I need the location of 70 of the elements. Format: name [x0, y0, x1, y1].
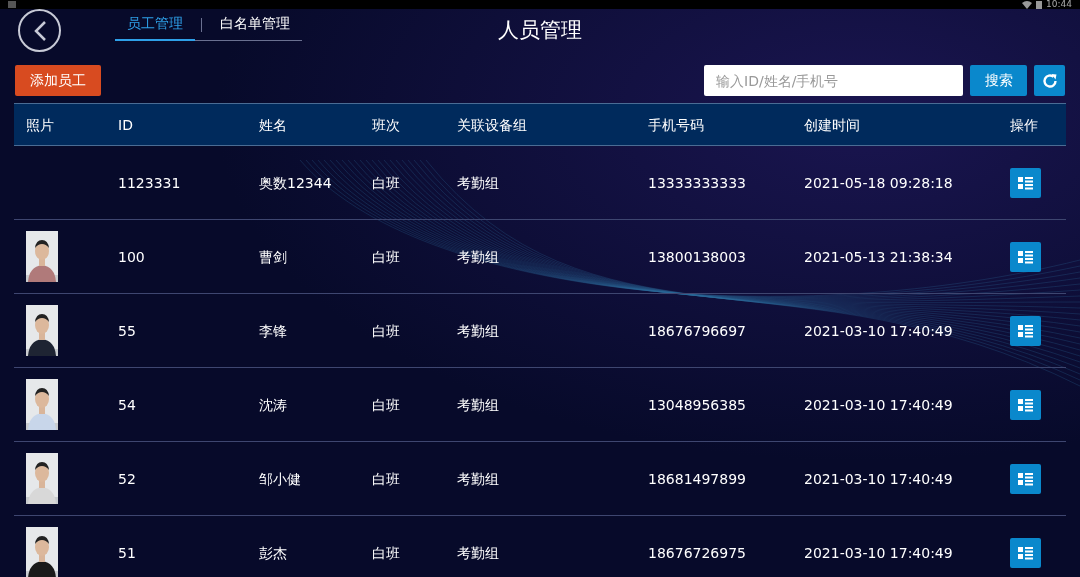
column-header: 照片 — [26, 116, 54, 135]
clock: 10:44 — [1046, 0, 1072, 9]
list-icon — [1018, 324, 1033, 338]
column-header: 创建时间 — [804, 116, 860, 135]
table-cell-text: 18681497899 — [648, 470, 746, 489]
table-cell-text: 2021-03-10 17:40:49 — [804, 322, 953, 341]
table-cell-text: 13800138003 — [648, 248, 746, 267]
table-cell-text: 2021-03-10 17:40:49 — [804, 544, 953, 563]
back-button[interactable] — [18, 9, 61, 52]
tab[interactable]: 白名单管理 — [208, 10, 302, 40]
table-cell-text: 考勤组 — [457, 396, 499, 415]
table-cell-text: 55 — [118, 322, 136, 341]
table-cell-text: 白班 — [372, 248, 400, 267]
column-header: 手机号码 — [648, 116, 704, 135]
tab[interactable]: 员工管理 — [115, 10, 195, 41]
column-header: 操作 — [1010, 116, 1038, 135]
list-icon — [1018, 176, 1033, 190]
details-button[interactable] — [1010, 390, 1041, 420]
details-button[interactable] — [1010, 242, 1041, 272]
table-cell-text: 考勤组 — [457, 544, 499, 563]
list-icon — [1018, 546, 1033, 560]
table-cell-text: 13333333333 — [648, 174, 746, 193]
table-cell-text: 沈涛 — [259, 396, 287, 415]
column-header: 姓名 — [259, 116, 287, 135]
details-button[interactable] — [1010, 538, 1041, 568]
table-cell-text: 考勤组 — [457, 322, 499, 341]
refresh-icon — [1040, 71, 1059, 90]
table-cell-text: 18676726975 — [648, 544, 746, 563]
add-employee-button[interactable]: 添加员工 — [15, 65, 101, 96]
table-cell-text: 2021-05-18 09:28:18 — [804, 174, 953, 193]
table-cell-text: 白班 — [372, 396, 400, 415]
table-cell-text: 考勤组 — [457, 470, 499, 489]
table-cell-text: 1123331 — [118, 174, 181, 193]
table-cell-text: 52 — [118, 470, 136, 489]
list-icon — [1018, 398, 1033, 412]
table-cell-text: 邹小健 — [259, 470, 301, 489]
battery-icon — [1036, 0, 1043, 9]
table-cell-text: 李锋 — [259, 322, 287, 341]
table-cell-text: 51 — [118, 544, 136, 563]
details-button[interactable] — [1010, 464, 1041, 494]
table-cell-text: 白班 — [372, 174, 400, 193]
table-cell-text: 2021-05-13 21:38:34 — [804, 248, 953, 267]
table-cell-text: 2021-03-10 17:40:49 — [804, 470, 953, 489]
table-cell-text: 54 — [118, 396, 136, 415]
table-cell-text: 白班 — [372, 544, 400, 563]
table-cell-text: 白班 — [372, 322, 400, 341]
search-button[interactable]: 搜索 — [970, 65, 1027, 96]
table-cell-text: 18676796697 — [648, 322, 746, 341]
page-title: 人员管理 — [498, 17, 582, 44]
table-cell-text: 100 — [118, 248, 145, 267]
table-cell-text: 曹剑 — [259, 248, 287, 267]
table-cell-text: 13048956385 — [648, 396, 746, 415]
chevron-left-icon — [32, 19, 47, 42]
table-cell-text: 白班 — [372, 470, 400, 489]
column-header: 关联设备组 — [457, 116, 527, 135]
column-header: ID — [118, 116, 133, 135]
table-cell-text: 彭杰 — [259, 544, 287, 563]
app-icon — [8, 1, 16, 8]
search-field[interactable]: 输入ID/姓名/手机号 — [704, 65, 963, 96]
column-header: 班次 — [372, 116, 400, 135]
details-button[interactable] — [1010, 168, 1041, 198]
refresh-button[interactable] — [1034, 65, 1065, 96]
table-cell-text: 奥数12344 — [259, 174, 332, 193]
details-button[interactable] — [1010, 316, 1041, 346]
wifi-icon — [1022, 0, 1033, 9]
list-icon — [1018, 250, 1033, 264]
table-cell-text: 考勤组 — [457, 248, 499, 267]
table-cell-text: 2021-03-10 17:40:49 — [804, 396, 953, 415]
table-cell-text: 考勤组 — [457, 174, 499, 193]
list-icon — [1018, 472, 1033, 486]
